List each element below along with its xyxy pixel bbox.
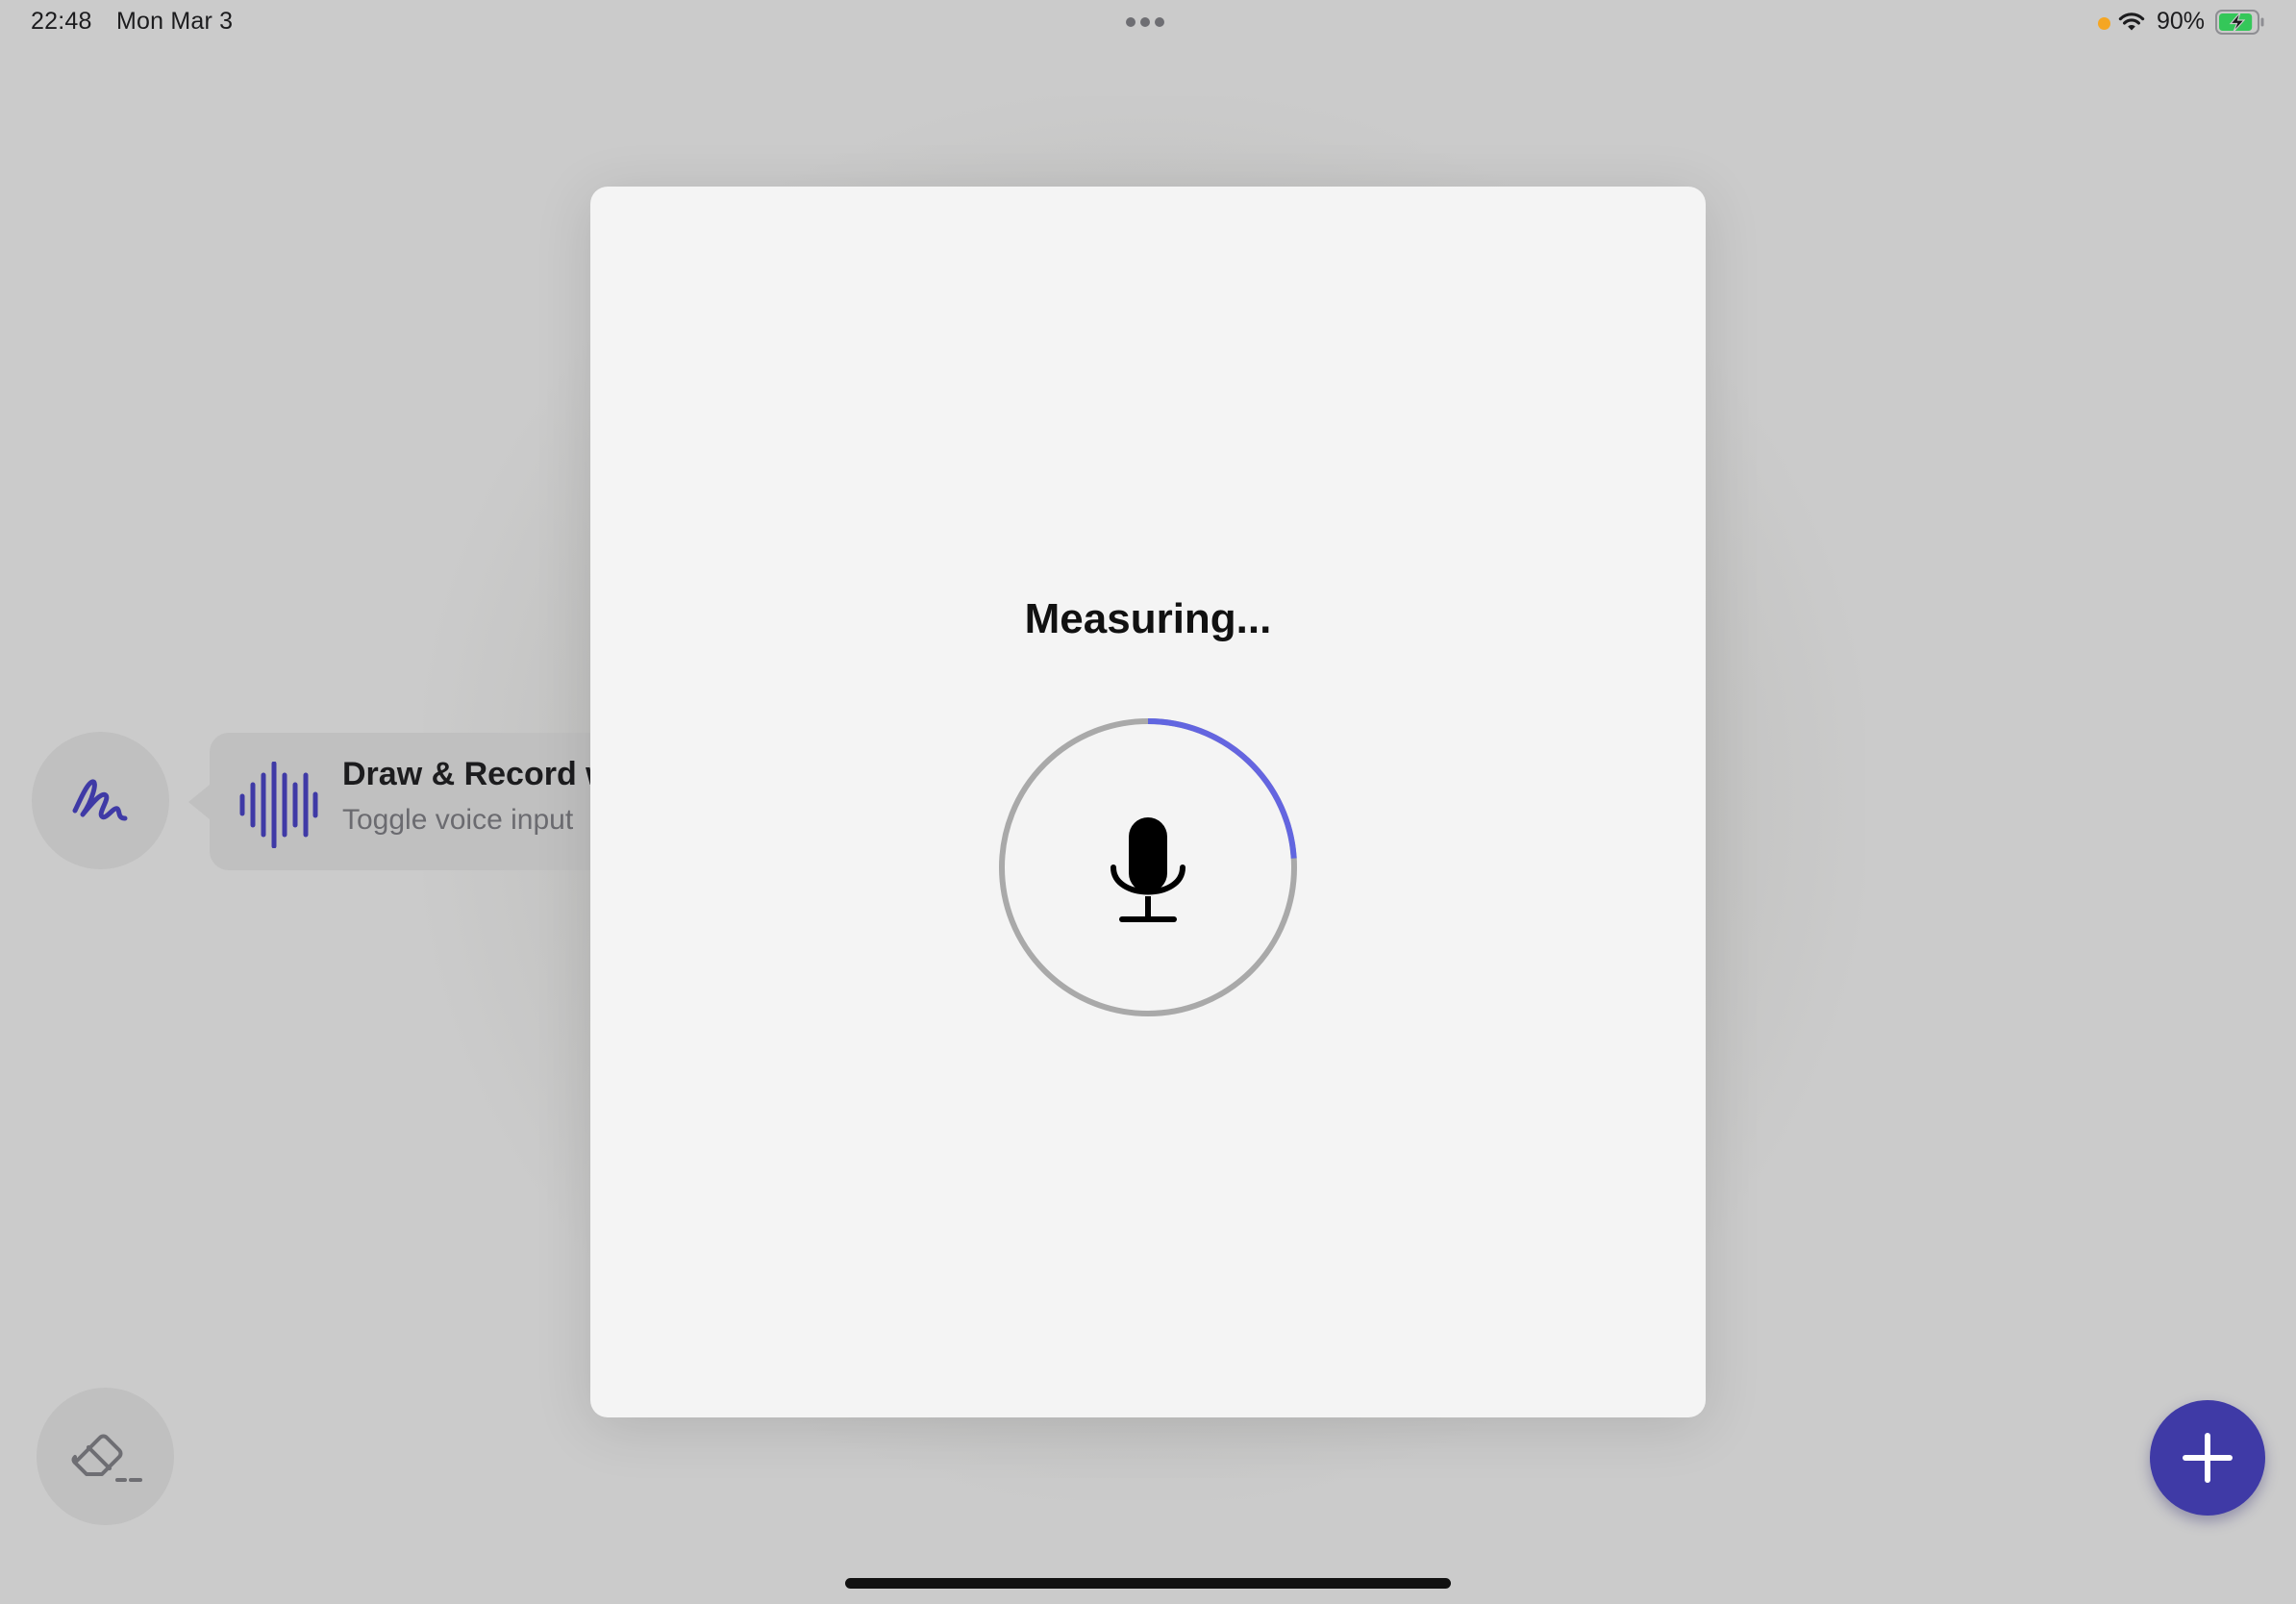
- dot-icon: [1126, 17, 1136, 27]
- multitasking-menu[interactable]: [1126, 17, 1164, 27]
- add-button[interactable]: [2150, 1400, 2265, 1516]
- microphone-icon: [1111, 817, 1185, 922]
- battery-charging-icon: [2215, 10, 2264, 35]
- tooltip-subtitle: Toggle voice input: [342, 804, 574, 836]
- measuring-dialog: Measuring...: [590, 187, 1706, 1417]
- mic-level-ring[interactable]: [994, 714, 1302, 1021]
- battery-percent: 90%: [2157, 8, 2206, 35]
- voice-input-tooltip: Draw & Record w Toggle voice input: [210, 733, 613, 870]
- dialog-title: Measuring...: [1024, 595, 1272, 642]
- home-indicator[interactable]: [845, 1578, 1451, 1589]
- eraser-tool-button[interactable]: [37, 1388, 174, 1525]
- dot-icon: [1140, 17, 1150, 27]
- privacy-indicator-dot: [2098, 17, 2110, 30]
- eraser-icon: [71, 1434, 142, 1482]
- plus-icon: [2183, 1433, 2233, 1483]
- status-time: 22:48: [31, 8, 92, 35]
- wifi-icon: [2118, 13, 2145, 31]
- status-date: Mon Mar 3: [116, 8, 234, 35]
- pen-tool-button[interactable]: [32, 732, 169, 869]
- tooltip-title: Draw & Record w: [342, 756, 611, 792]
- waveform-icon: [239, 762, 318, 848]
- tooltip-arrow: [188, 785, 210, 819]
- scribble-pen-icon: [72, 779, 127, 820]
- dot-icon: [1155, 17, 1164, 27]
